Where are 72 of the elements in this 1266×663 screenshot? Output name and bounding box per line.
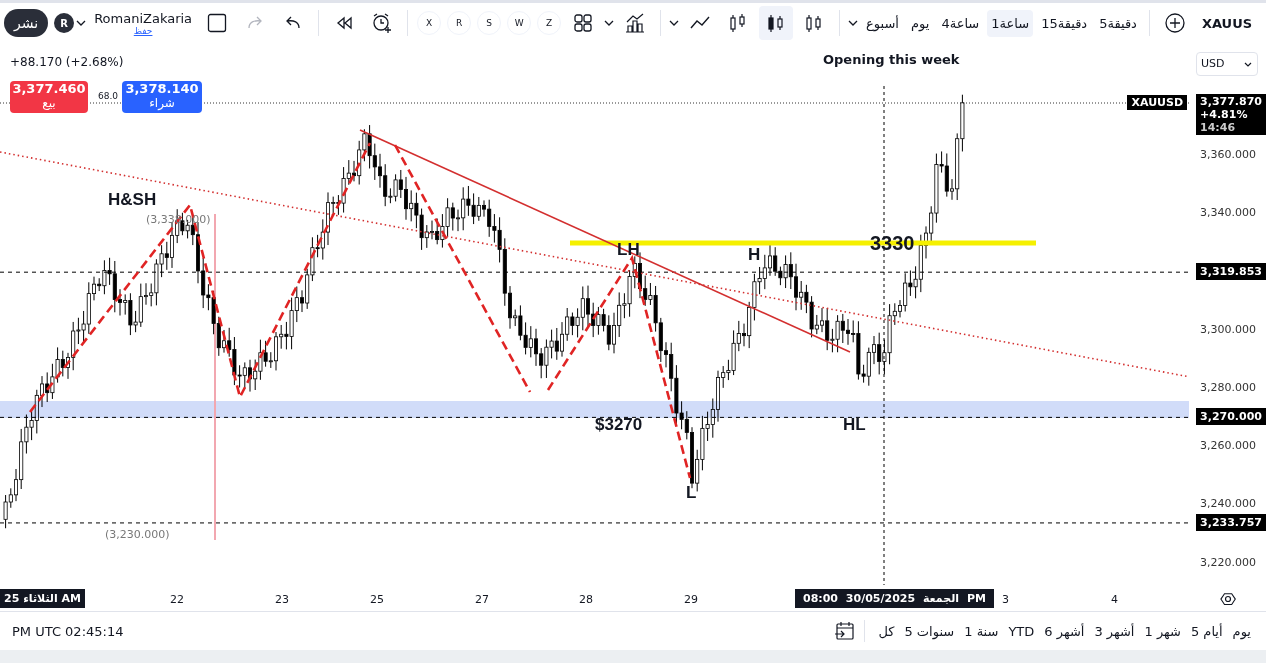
interval-tab[interactable]: 4ساعة [937, 9, 984, 37]
trend-line[interactable] [359, 128, 851, 353]
chart-annotation: (3,230.000) [105, 527, 170, 541]
save-link[interactable]: حفظ [133, 25, 153, 36]
zigzag-line[interactable] [28, 142, 372, 413]
interval-tab[interactable]: 1ساعة [987, 9, 1034, 37]
add-circle-icon[interactable] [1163, 12, 1186, 35]
zigzag-line[interactable] [546, 254, 692, 478]
chart-icon[interactable] [624, 12, 647, 35]
chart-annotation: H [748, 244, 761, 265]
utc-clock: PM UTC 02:45:14 [12, 623, 125, 639]
range-button[interactable]: 1 شهر [1139, 619, 1186, 643]
time-tick: 4 [1111, 592, 1118, 606]
zigzag-line[interactable] [393, 144, 532, 393]
range-button[interactable]: 5 أيام [1185, 619, 1228, 643]
symbol-name[interactable]: XAUUS [1201, 15, 1253, 31]
letter-button[interactable]: R [447, 11, 472, 36]
last-price-label: 3,377.870 +4.81% 14:46 [1196, 93, 1266, 136]
letter-button[interactable]: W [507, 11, 532, 36]
settings-icon[interactable] [1220, 590, 1236, 607]
time-tick: 28 [579, 592, 593, 606]
interval-tab[interactable]: أسبوع [862, 9, 903, 37]
range-button[interactable]: YTD [1003, 619, 1040, 643]
chart-annotation: $3270 [595, 414, 643, 435]
symbol-label: XAUUSD [1127, 94, 1188, 110]
alarm-add-icon[interactable] [371, 12, 394, 35]
price-tick: 3,360.000 [1200, 147, 1257, 161]
range-button[interactable]: 3 أشهر [1089, 619, 1140, 643]
interval-tab[interactable]: 5دقيقة [1095, 9, 1141, 37]
range-button[interactable]: 5 سنوات [899, 619, 960, 643]
price-tick: 3,240.000 [1200, 497, 1257, 511]
range-button[interactable]: 1 سنة [959, 619, 1004, 643]
calendar-goto-icon[interactable] [834, 620, 857, 643]
currency-dropdown[interactable]: USD [1196, 51, 1259, 76]
price-label: 3,270.000 [1196, 408, 1266, 425]
chart-annotation: HL [843, 414, 866, 435]
price-tick: 3,300.000 [1200, 322, 1257, 336]
time-tick: 22 [170, 592, 184, 606]
avatar[interactable]: R [54, 13, 75, 34]
price-tick: 3,340.000 [1200, 206, 1257, 220]
publish-button[interactable]: نشر [4, 9, 49, 38]
price-level-line[interactable] [0, 416, 1190, 418]
layout-name[interactable]: RomaniZakaria [94, 10, 193, 26]
interval-tab[interactable]: 15دقيقة [1037, 9, 1092, 37]
square-icon[interactable] [207, 13, 228, 34]
price-change: +88.170 (+2.68%) [10, 54, 124, 69]
spread-value: 68.0 [98, 90, 119, 101]
interval-tab[interactable]: يوم [907, 9, 934, 37]
time-label: 25 الثلاثاء AM [0, 588, 86, 608]
grid-layout-icon[interactable] [573, 13, 594, 34]
price-tick: 3,220.000 [1200, 555, 1257, 569]
letter-button[interactable]: X [417, 11, 442, 36]
chart-annotation: L [686, 482, 697, 503]
time-tick: 29 [684, 592, 698, 606]
range-button[interactable]: كل [873, 619, 900, 643]
price-level-line[interactable] [0, 271, 1190, 273]
chart-annotation: H&SH [108, 189, 157, 210]
time-tick: 23 [275, 592, 289, 606]
range-button[interactable]: يوم [1227, 619, 1256, 643]
time-tick: 27 [475, 592, 489, 606]
price-tick: 3,280.000 [1200, 380, 1257, 394]
price-label: 3,319.853 [1196, 262, 1266, 280]
candlestick-button[interactable] [759, 6, 794, 41]
time-tick: 3 [1002, 592, 1009, 606]
range-button[interactable]: 6 أشهر [1039, 619, 1090, 643]
price-tick: 3,260.000 [1200, 439, 1257, 453]
letter-button[interactable]: Z [537, 11, 562, 36]
crosshair-time-label: 08:00 30/05/2025 الجمعة PM [795, 588, 994, 608]
chart-note: Opening this week [823, 51, 960, 67]
time-tick: 25 [370, 592, 384, 606]
letter-button[interactable]: S [477, 11, 502, 36]
price-label: 3,233.757 [1196, 513, 1266, 531]
